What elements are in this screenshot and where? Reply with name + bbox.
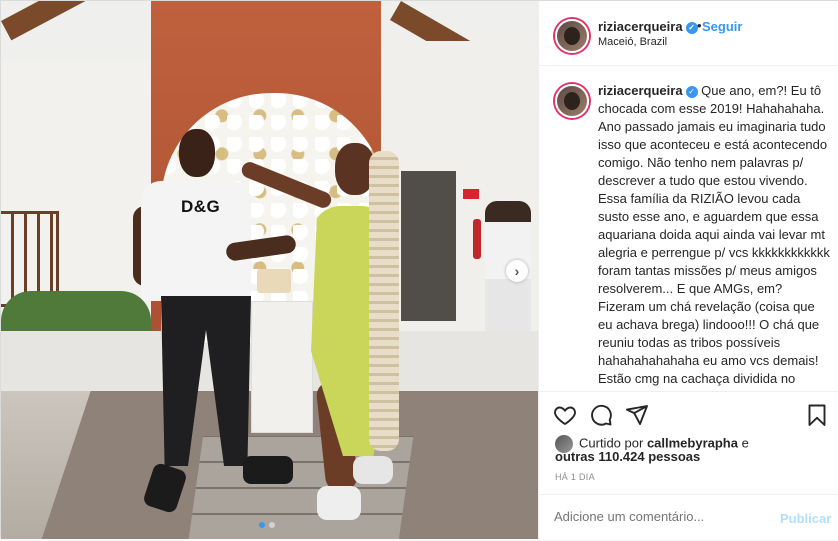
dessert-table — [251, 301, 313, 433]
plants — [1, 291, 151, 336]
woman-sneaker — [317, 486, 361, 520]
carousel-dot — [269, 522, 275, 528]
share-icon[interactable] — [625, 403, 649, 427]
carousel-next-button[interactable]: › — [506, 260, 528, 282]
separator-dot: • — [697, 18, 702, 33]
shirt-logo: D&G — [181, 197, 221, 216]
heart-icon[interactable] — [553, 403, 577, 427]
comment-input[interactable] — [554, 509, 754, 524]
man-head — [179, 129, 215, 177]
follow-button[interactable]: Seguir — [702, 19, 742, 34]
comment-icon[interactable] — [589, 403, 613, 427]
post-photo[interactable]: D&G › — [1, 1, 538, 539]
carousel-dot-active — [259, 522, 265, 528]
liked-by-and: e — [741, 435, 749, 451]
instagram-post: D&G › riziacerqueira ✓ • Seguir Maceió, B — [0, 0, 838, 539]
caption: riziacerqueira ✓ Que ano, em?! Eu tô choc… — [598, 82, 832, 391]
username-text: riziacerqueira — [598, 19, 683, 34]
others-count: outras 110.424 pessoas — [555, 449, 701, 464]
publish-button[interactable]: Publicar — [780, 511, 831, 526]
doorway — [401, 171, 456, 321]
fire-extinguisher — [473, 219, 481, 259]
caption-username[interactable]: riziacerqueira — [598, 83, 683, 98]
likes-count[interactable]: outras 110.424 pessoas — [555, 449, 700, 464]
actions-section: Curtido por callmebyrapha e outras 110.4… — [539, 391, 838, 540]
post-header: riziacerqueira ✓ • Seguir Maceió, Brazil — [539, 1, 838, 66]
post-side-panel: riziacerqueira ✓ • Seguir Maceió, Brazil … — [538, 1, 838, 539]
woman-sneaker — [353, 456, 393, 484]
caption-area[interactable]: riziacerqueira ✓ Que ano, em?! Eu tô choc… — [539, 66, 838, 391]
comment-bar: Publicar — [539, 494, 838, 541]
timestamp[interactable]: HÁ 1 DIA — [555, 472, 595, 482]
carousel-indicator — [259, 522, 275, 528]
username-link[interactable]: riziacerqueira ✓ — [598, 19, 698, 34]
verified-icon: ✓ — [685, 85, 698, 98]
cake — [257, 269, 291, 293]
verified-icon: ✓ — [685, 21, 698, 34]
avatar[interactable] — [555, 84, 589, 118]
avatar[interactable] — [555, 19, 589, 53]
man-shoe — [243, 456, 293, 484]
location-link[interactable]: Maceió, Brazil — [598, 36, 667, 48]
woman-braids — [369, 151, 399, 451]
caption-text: Que ano, em?! Eu tô chocada com esse 201… — [598, 83, 830, 391]
bookmark-icon[interactable] — [805, 403, 829, 427]
chevron-right-icon: › — [514, 263, 520, 279]
exit-sign — [463, 189, 479, 199]
